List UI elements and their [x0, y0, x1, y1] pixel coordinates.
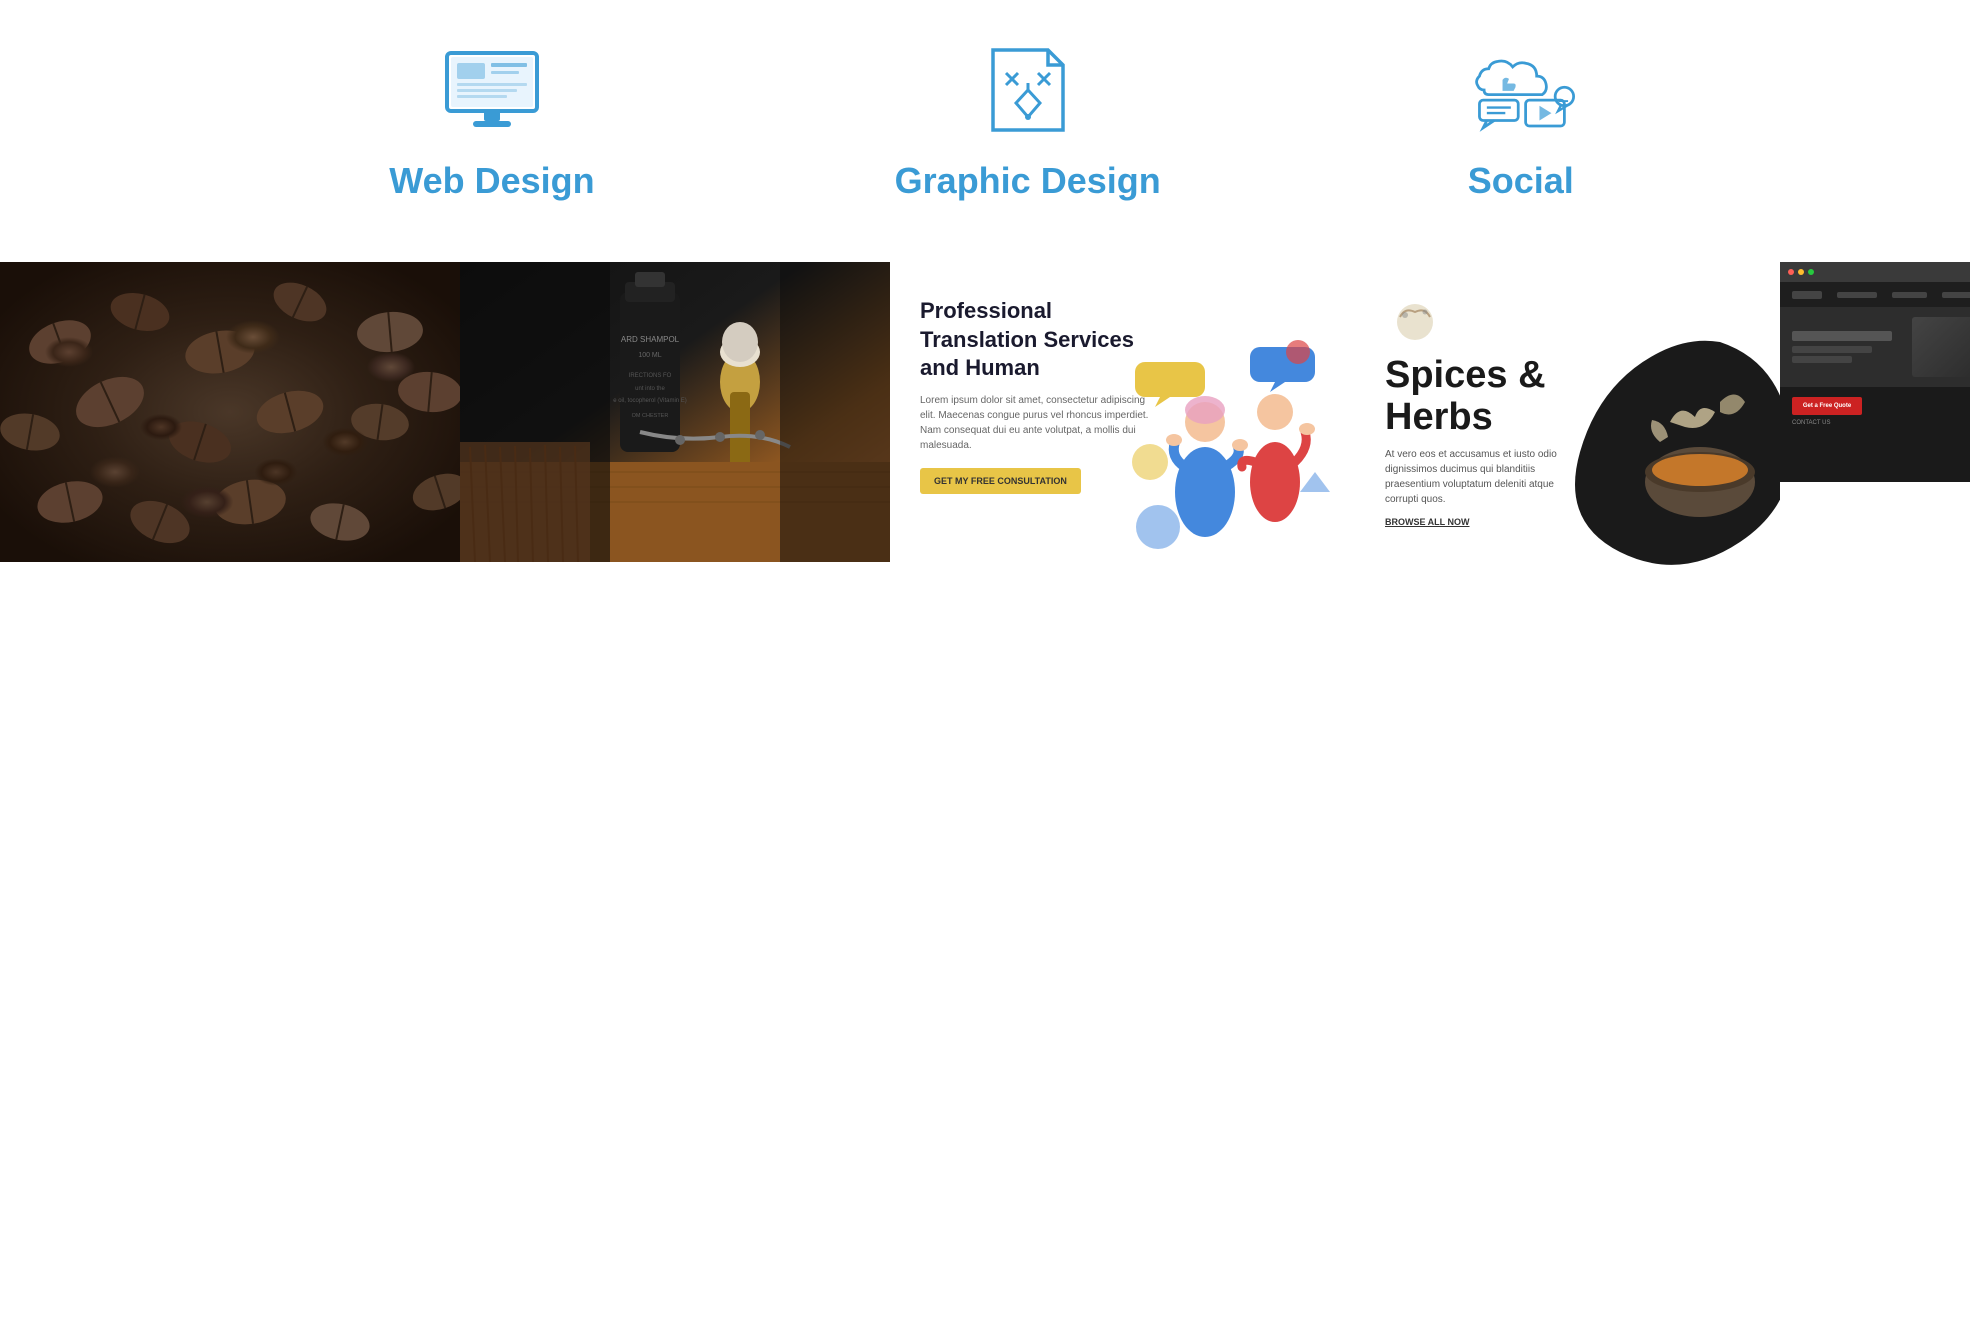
category-graphic-design[interactable]: Graphic Design: [895, 40, 1161, 202]
category-web-design[interactable]: Web Design: [389, 40, 594, 202]
portfolio-row-3: Get a Free Quote CONTACT US: [1780, 262, 1970, 482]
grooming-image[interactable]: ARD SHAMPOL 100 ML IRECTIONS FO unt into…: [460, 262, 890, 562]
translation-card[interactable]: Professional Translation Services and Hu…: [890, 262, 1350, 572]
svg-text:IRECTIONS FO: IRECTIONS FO: [629, 373, 672, 379]
spices-title: Spices &Herbs: [1385, 355, 1585, 439]
portfolio-row-2: Professional Translation Services and Hu…: [890, 262, 1780, 572]
portfolio-grid: ARD SHAMPOL 100 ML IRECTIONS FO unt into…: [0, 262, 1970, 572]
graphic-design-label: Graphic Design: [895, 160, 1161, 202]
svg-text:ARD SHAMPOL: ARD SHAMPOL: [621, 335, 680, 344]
translation-body: Lorem ipsum dolor sit amet, consectetur …: [920, 393, 1160, 453]
website-mockup[interactable]: Get a Free Quote CONTACT US: [1780, 262, 1970, 482]
social-icon: [1461, 40, 1581, 140]
translation-cta-button[interactable]: GET MY FREE CONSULTATION: [920, 468, 1081, 494]
spices-card[interactable]: Spices &Herbs At vero eos et accusamus e…: [1350, 262, 1780, 572]
spices-body: At vero eos et accusamus et iusto odio d…: [1385, 447, 1585, 507]
translation-title: Professional Translation Services and Hu…: [920, 297, 1160, 383]
svg-text:100 ML: 100 ML: [638, 352, 661, 359]
web-design-label: Web Design: [389, 160, 594, 202]
categories-section: Web Design Graphic Design: [0, 0, 1970, 262]
coffee-image[interactable]: [0, 262, 460, 562]
graphic-design-icon: [968, 40, 1088, 140]
web-design-icon: [432, 40, 552, 140]
portfolio-row-1: ARD SHAMPOL 100 ML IRECTIONS FO unt into…: [0, 262, 890, 562]
svg-text:unt into the: unt into the: [635, 386, 665, 392]
category-social[interactable]: Social: [1461, 40, 1581, 202]
svg-text:e oil, tocopherol (Vitamin E): e oil, tocopherol (Vitamin E): [613, 398, 687, 404]
spices-browse-link[interactable]: BROWSE ALL NOW: [1385, 517, 1585, 527]
svg-text:OM CHESTER: OM CHESTER: [632, 413, 669, 419]
social-label: Social: [1468, 160, 1574, 202]
